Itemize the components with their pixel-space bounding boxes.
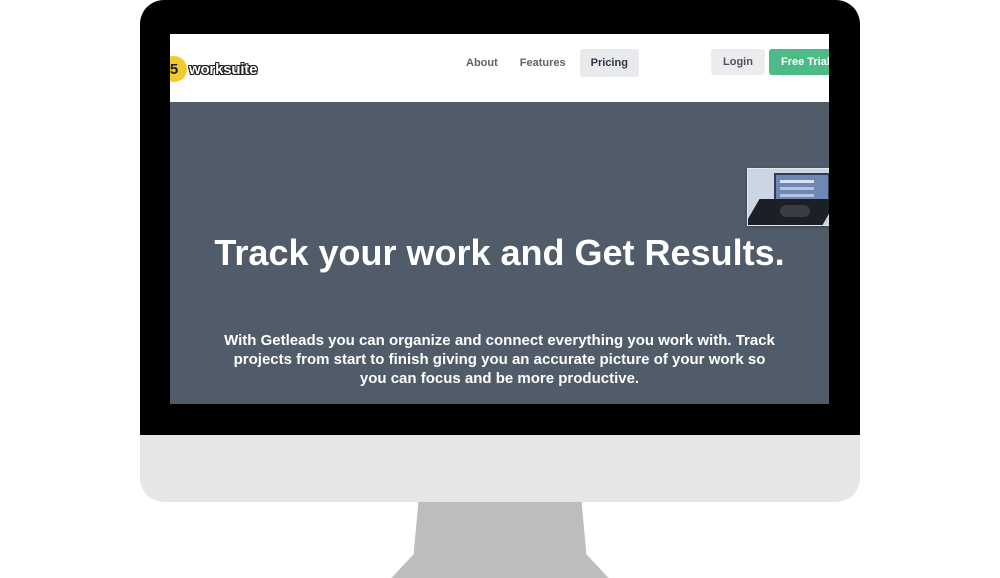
brand-mark-icon: 5 xyxy=(170,56,187,82)
hand-graphic xyxy=(780,205,810,217)
nav-link-about[interactable]: About xyxy=(458,49,506,77)
navbar: 5 worksuite About Features Pricing Login… xyxy=(170,34,829,102)
hero-title: Track your work and Get Results. xyxy=(214,232,785,273)
brand-name: worksuite xyxy=(189,60,258,78)
nav-link-pricing[interactable]: Pricing xyxy=(579,49,639,77)
device-mockup: 5 worksuite About Features Pricing Login… xyxy=(0,0,1000,578)
hero-section: Track your work and Get Results. With Ge… xyxy=(170,102,829,404)
hero-laptop-image xyxy=(747,168,829,226)
monitor-chin xyxy=(140,435,860,502)
login-button[interactable]: Login xyxy=(711,49,765,75)
monitor-screen: 5 worksuite About Features Pricing Login… xyxy=(170,34,829,404)
free-trial-button[interactable]: Free Trial xyxy=(769,49,829,75)
monitor-stand xyxy=(380,502,620,578)
brand-logo[interactable]: 5 worksuite xyxy=(170,55,257,83)
nav-links: About Features Pricing xyxy=(458,49,639,77)
nav-link-features[interactable]: Features xyxy=(512,49,574,77)
hero-subtitle: With Getleads you can organize and conne… xyxy=(224,332,775,387)
